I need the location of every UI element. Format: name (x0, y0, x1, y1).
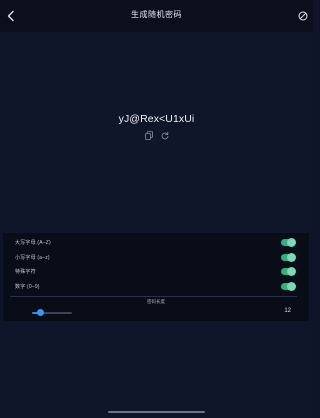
lowercase-toggle[interactable] (281, 253, 296, 262)
nav-bar: 生成随机密码 (0, 0, 313, 32)
option-uppercase: 大写字母 (A–Z) (3, 237, 309, 249)
special-toggle[interactable] (281, 267, 296, 276)
password-generator-screen: 生成随机密码 yJ@Rex<U1xUi 大写字母 (A–Z) 小写字母 (a–z… (0, 0, 313, 418)
options-panel: 大写字母 (A–Z) 小写字母 (a–z) 特殊字符 数字 (0–9) 密码长度… (3, 233, 309, 321)
refresh-icon[interactable] (161, 131, 169, 140)
option-lowercase: 小写字母 (a–z) (3, 252, 309, 264)
generated-password: yJ@Rex<U1xUi (118, 113, 195, 125)
length-slider[interactable] (32, 309, 72, 316)
option-label: 小写字母 (a–z) (15, 255, 50, 261)
uppercase-toggle[interactable] (281, 238, 296, 247)
digits-toggle[interactable] (281, 282, 296, 291)
toggle-knob (287, 253, 296, 262)
option-label: 特殊字符 (15, 269, 36, 275)
page-title: 生成随机密码 (131, 10, 182, 19)
option-label: 大写字母 (A–Z) (15, 240, 51, 246)
copy-icon[interactable] (145, 131, 153, 140)
divider (10, 296, 297, 297)
option-special: 特殊字符 (3, 266, 309, 278)
toggle-knob (287, 267, 296, 276)
home-indicator (108, 411, 205, 413)
circle-slash-icon[interactable] (298, 11, 308, 21)
slider-thumb[interactable] (37, 309, 45, 316)
toggle-knob (287, 282, 296, 291)
password-actions (145, 131, 169, 141)
toggle-knob (287, 238, 296, 247)
length-label: 密码长度 (147, 299, 165, 304)
option-digits: 数字 (0–9) (3, 281, 309, 293)
option-label: 数字 (0–9) (15, 284, 40, 290)
length-value: 12 (284, 308, 291, 314)
